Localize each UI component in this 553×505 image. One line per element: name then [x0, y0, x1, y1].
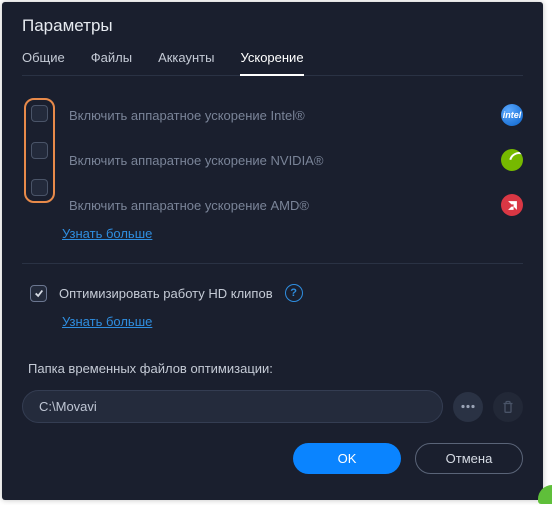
checkbox-nvidia[interactable]	[31, 142, 48, 159]
hw-label-intel: Включить аппаратное ускорение Intel®	[69, 108, 305, 123]
optimize-learn-more-link[interactable]: Узнать больше	[62, 314, 152, 329]
temp-folder-label: Папка временных файлов оптимизации:	[28, 361, 523, 376]
trash-icon	[502, 400, 514, 413]
temp-folder-input[interactable]	[22, 390, 443, 423]
dialog-footer: OK Отмена	[22, 443, 523, 474]
optimize-label: Оптимизировать работу HD клипов	[59, 286, 273, 301]
check-icon	[34, 288, 44, 298]
tab-files[interactable]: Файлы	[91, 50, 132, 75]
optimize-row: Оптимизировать работу HD клипов ?	[22, 284, 523, 302]
hw-labels: Включить аппаратное ускорение Intel® int…	[69, 98, 523, 216]
intel-logo-icon: intel	[501, 104, 523, 126]
cancel-button[interactable]: Отмена	[415, 443, 523, 474]
hw-acceleration-group: Включить аппаратное ускорение Intel® int…	[22, 98, 523, 216]
amd-logo-icon	[501, 194, 523, 216]
checkbox-optimize-hd[interactable]	[30, 285, 47, 302]
info-icon[interactable]: ?	[285, 284, 303, 302]
hw-row-amd: Включить аппаратное ускорение AMD®	[69, 194, 523, 216]
hw-learn-more-link[interactable]: Узнать больше	[62, 226, 152, 241]
tab-accounts[interactable]: Аккаунты	[158, 50, 214, 75]
ellipsis-icon	[461, 404, 475, 409]
nvidia-logo-icon	[501, 149, 523, 171]
checkbox-intel[interactable]	[31, 105, 48, 122]
window-title: Параметры	[22, 16, 523, 36]
browse-button[interactable]	[453, 392, 483, 422]
tab-bar: Общие Файлы Аккаунты Ускорение	[22, 50, 523, 76]
tab-general[interactable]: Общие	[22, 50, 65, 75]
ok-button[interactable]: OK	[293, 443, 401, 474]
hw-row-nvidia: Включить аппаратное ускорение NVIDIA®	[69, 149, 523, 171]
divider	[22, 263, 523, 264]
checkbox-amd[interactable]	[31, 179, 48, 196]
tab-acceleration[interactable]: Ускорение	[240, 50, 303, 75]
delete-button	[493, 392, 523, 422]
hw-row-intel: Включить аппаратное ускорение Intel® int…	[69, 104, 523, 126]
temp-folder-row	[22, 390, 523, 423]
hw-label-amd: Включить аппаратное ускорение AMD®	[69, 198, 309, 213]
hw-label-nvidia: Включить аппаратное ускорение NVIDIA®	[69, 153, 323, 168]
preferences-window: Параметры Общие Файлы Аккаунты Ускорение…	[2, 2, 543, 500]
hw-checkbox-highlight	[24, 98, 55, 203]
